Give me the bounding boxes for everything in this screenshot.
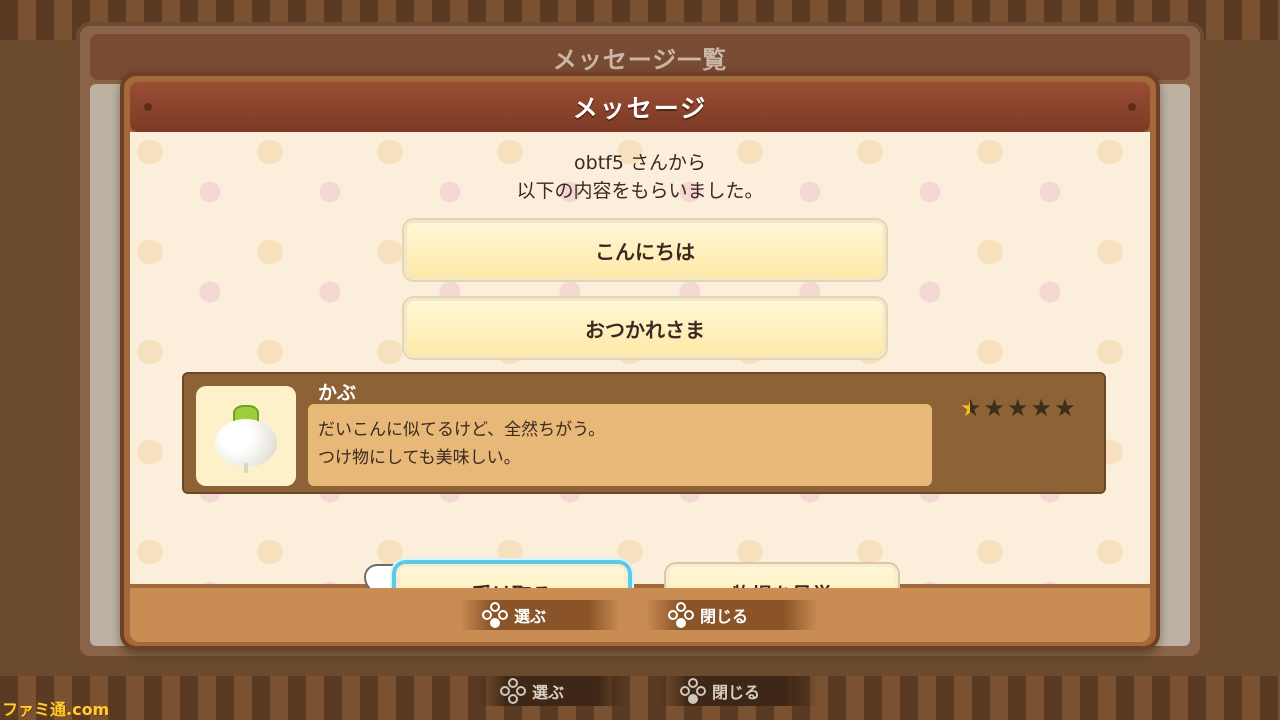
global-select-hint: 選ぶ: [478, 676, 628, 706]
pin-icon: [1128, 103, 1136, 111]
pin-icon: [144, 103, 152, 111]
message-dialog: メッセージ obtf5 さんから 以下の内容をもらいました。 こんにちは おつか…: [120, 72, 1160, 650]
item-name: かぶ: [318, 382, 357, 404]
star-icon: ★: [1030, 394, 1053, 422]
select-hint-label: 選ぶ: [514, 607, 547, 626]
item-icon-frame: [196, 386, 296, 486]
item-rating: ★ ★ ★ ★ ★: [960, 396, 1076, 420]
global-close-hint[interactable]: 閉じる: [658, 676, 818, 706]
star-icon: ★: [960, 394, 982, 422]
dialog-title: メッセージ: [572, 94, 708, 123]
dpad-icon: [500, 678, 526, 704]
star-icon: ★: [1007, 394, 1029, 422]
star-icon: ★: [983, 394, 1006, 422]
dialog-titlebar: メッセージ: [130, 82, 1150, 132]
select-hint: 選ぶ: [460, 600, 620, 630]
star-icon: ★: [1054, 394, 1076, 422]
item-description: だいこんに似てるけど、全然ちがう。 つけ物にしても美味しい。: [308, 404, 932, 486]
global-close-hint-label: 閉じる: [712, 683, 761, 702]
message-option-1[interactable]: こんにちは: [404, 220, 886, 280]
close-hint[interactable]: 閉じる: [646, 600, 818, 630]
buttons-icon: [668, 602, 694, 628]
buttons-icon: [680, 678, 706, 704]
global-select-hint-label: 選ぶ: [532, 683, 565, 702]
received-line: 以下の内容をもらいました。: [516, 180, 764, 202]
dialog-body: obtf5 さんから 以下の内容をもらいました。 こんにちは おつかれさま かぶ…: [130, 132, 1150, 622]
close-hint-label: 閉じる: [700, 607, 749, 626]
background-band-bottom: [0, 676, 1280, 720]
turnip-icon: [211, 399, 281, 473]
dpad-icon: [482, 602, 508, 628]
item-description-line: だいこんに似てるけど、全然ちがう。: [318, 420, 606, 440]
sender-line: obtf5 さんから: [574, 152, 706, 174]
dialog-footer: 選ぶ 閉じる: [130, 588, 1150, 642]
item-description-line: つけ物にしても美味しい。: [318, 448, 521, 468]
watermark: ファミ通.com: [2, 700, 110, 719]
item-panel: かぶ だいこんに似てるけど、全然ちがう。 つけ物にしても美味しい。 ★ ★ ★ ★ ★: [182, 372, 1106, 494]
message-option-2[interactable]: おつかれさま: [404, 298, 886, 358]
